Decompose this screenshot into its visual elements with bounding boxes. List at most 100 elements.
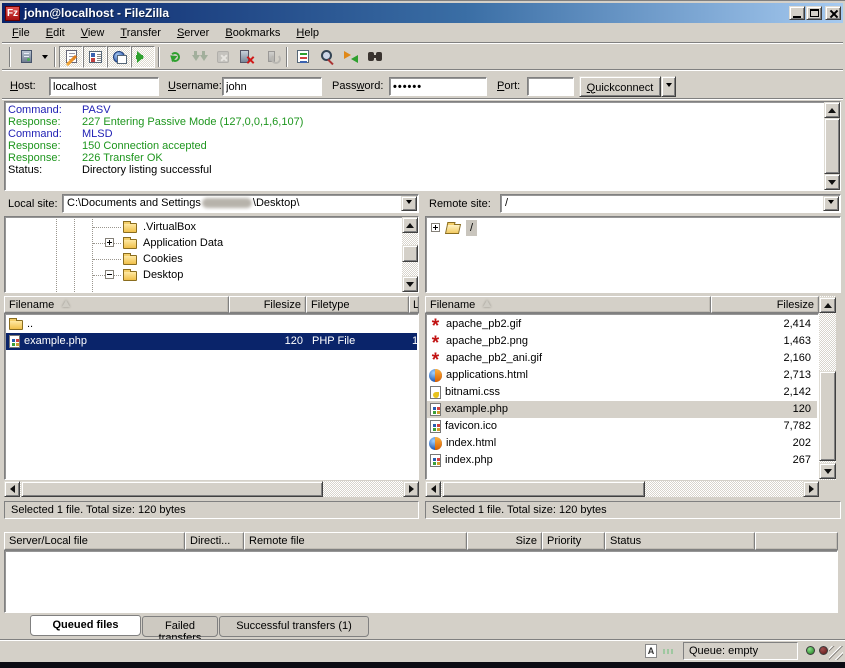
scroll-right-button[interactable]: [403, 481, 419, 497]
queue-column-size[interactable]: Size: [467, 532, 542, 550]
tab-failed-transfers[interactable]: Failed transfers: [142, 616, 218, 637]
process-queue-button[interactable]: [187, 46, 211, 68]
scrollbar-thumb[interactable]: [442, 481, 645, 497]
quickconnect-dropdown[interactable]: [661, 76, 676, 97]
remote-column-filesize[interactable]: Filesize: [711, 296, 819, 313]
refresh-button[interactable]: [163, 46, 187, 68]
queue-column-direction[interactable]: Directi...: [185, 532, 244, 550]
minimize-button[interactable]: [789, 6, 805, 20]
scroll-down-button[interactable]: [824, 174, 840, 190]
port-input[interactable]: [527, 77, 574, 96]
log-scrollbar[interactable]: [824, 102, 840, 190]
toggle-message-log-button[interactable]: [59, 46, 83, 68]
synchronized-browsing-button[interactable]: [339, 46, 363, 68]
local-h-scrollbar[interactable]: [4, 481, 419, 497]
file-row[interactable]: index.php267: [427, 452, 817, 469]
scroll-left-button[interactable]: [4, 481, 20, 497]
message-log[interactable]: Command:PASV Response:227 Entering Passi…: [4, 101, 841, 191]
scroll-right-button[interactable]: [803, 481, 819, 497]
toolbar-separator: [286, 47, 288, 67]
scrollbar-thumb[interactable]: [402, 245, 418, 262]
tree-item-cookies[interactable]: Cookies: [5, 251, 400, 267]
remote-file-list[interactable]: apache_pb2.gif2,414 apache_pb2.png1,463 …: [425, 313, 819, 480]
queue-column-status[interactable]: Status: [605, 532, 755, 550]
remote-site-combo[interactable]: /: [500, 194, 841, 213]
transfer-queue-list[interactable]: [4, 550, 838, 613]
scrollbar-thumb[interactable]: [21, 481, 323, 497]
scroll-up-button[interactable]: [819, 297, 836, 313]
menu-server[interactable]: Server: [169, 25, 217, 41]
menu-help[interactable]: Help: [288, 25, 327, 41]
scrollbar-thumb[interactable]: [819, 371, 836, 461]
remote-tree[interactable]: /: [425, 216, 841, 293]
reconnect-button[interactable]: [259, 46, 283, 68]
scroll-up-button[interactable]: [824, 102, 840, 118]
menu-file[interactable]: File: [4, 25, 38, 41]
expand-plus-icon[interactable]: [431, 223, 440, 232]
scroll-left-button[interactable]: [425, 481, 441, 497]
local-site-combo[interactable]: C:\Documents and Settings\Desktop\: [62, 194, 419, 213]
log-line: Response:226 Transfer OK: [5, 152, 822, 164]
menu-bookmarks[interactable]: Bookmarks: [217, 25, 288, 41]
close-button[interactable]: [825, 6, 841, 20]
disconnect-button[interactable]: [235, 46, 259, 68]
file-row[interactable]: apache_pb2.gif2,414: [427, 316, 817, 333]
maximize-button[interactable]: [806, 6, 822, 20]
combo-dropdown[interactable]: [401, 196, 417, 211]
local-column-filetype[interactable]: Filetype: [306, 296, 409, 313]
file-row-parent[interactable]: ..: [6, 316, 417, 333]
toggle-local-tree-button[interactable]: [83, 46, 107, 68]
menu-transfer[interactable]: Transfer: [112, 25, 169, 41]
tree-item-application-data[interactable]: Application Data: [5, 235, 400, 251]
cancel-operation-button[interactable]: [211, 46, 235, 68]
remote-v-scrollbar[interactable]: [819, 296, 836, 480]
local-file-list[interactable]: .. example.php 120 PHP File 1: [4, 313, 419, 480]
host-input[interactable]: [49, 77, 159, 96]
compare-directories-button[interactable]: [315, 46, 339, 68]
file-row[interactable]: apache_pb2_ani.gif2,160: [427, 350, 817, 367]
file-row-selected[interactable]: example.php120: [427, 401, 817, 418]
tree-item-desktop[interactable]: Desktop: [5, 267, 400, 283]
filter-button[interactable]: [291, 46, 315, 68]
resize-grip[interactable]: [829, 646, 843, 660]
queue-column-serverlocal[interactable]: Server/Local file: [4, 532, 185, 550]
tree-item-root[interactable]: /: [426, 220, 840, 236]
scroll-down-button[interactable]: [402, 276, 418, 292]
scroll-down-button[interactable]: [819, 463, 836, 479]
scroll-up-button[interactable]: [402, 217, 418, 233]
remote-column-filename[interactable]: Filename: [425, 296, 711, 313]
find-files-button[interactable]: [363, 46, 387, 68]
collapse-minus-icon[interactable]: [105, 270, 114, 279]
local-tree-scrollbar[interactable]: [402, 217, 418, 292]
file-row-selected[interactable]: example.php 120 PHP File 1: [6, 333, 417, 350]
sort-ascending-icon: [483, 300, 491, 307]
tab-successful-transfers[interactable]: Successful transfers (1): [219, 616, 369, 637]
file-row[interactable]: bitnami.css2,142: [427, 384, 817, 401]
username-input[interactable]: [222, 77, 322, 96]
tab-queued-files[interactable]: Queued files: [30, 615, 141, 636]
file-row[interactable]: applications.html2,713: [427, 367, 817, 384]
queue-column-remotefile[interactable]: Remote file: [244, 532, 467, 550]
local-column-filesize[interactable]: Filesize: [229, 296, 306, 313]
password-input[interactable]: [389, 77, 487, 96]
local-column-filename[interactable]: Filename: [4, 296, 229, 313]
menu-view[interactable]: View: [73, 25, 113, 41]
local-column-lastmodified[interactable]: L: [409, 296, 419, 313]
menu-edit[interactable]: Edit: [38, 25, 73, 41]
site-manager-dropdown[interactable]: [38, 46, 51, 68]
combo-dropdown[interactable]: [823, 196, 839, 211]
scrollbar-thumb[interactable]: [824, 118, 840, 174]
file-row[interactable]: favicon.ico7,782: [427, 418, 817, 435]
arrow-right-icon: [409, 485, 418, 493]
toggle-transfer-queue-button[interactable]: [131, 46, 155, 68]
site-manager-button[interactable]: [14, 46, 38, 68]
quickconnect-button[interactable]: Quickconnect: [579, 76, 661, 97]
file-row[interactable]: index.html202: [427, 435, 817, 452]
tree-item-virtualbox[interactable]: .VirtualBox: [5, 219, 400, 235]
toggle-remote-tree-button[interactable]: [107, 46, 131, 68]
queue-column-priority[interactable]: Priority: [542, 532, 605, 550]
remote-h-scrollbar[interactable]: [425, 481, 819, 497]
local-tree[interactable]: .VirtualBox Application Data Cookies Des…: [4, 216, 419, 293]
file-row[interactable]: apache_pb2.png1,463: [427, 333, 817, 350]
expand-plus-icon[interactable]: [105, 238, 114, 247]
